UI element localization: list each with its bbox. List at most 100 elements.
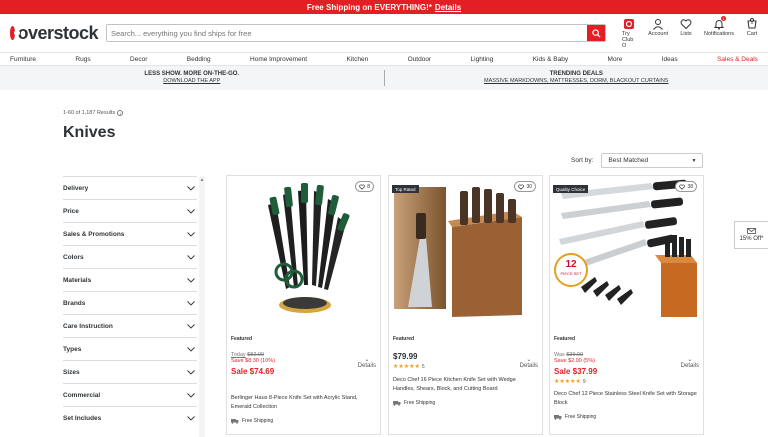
cart-button[interactable]: 0 Cart: [746, 17, 758, 49]
notification-badge: 1: [720, 15, 726, 21]
lists-button[interactable]: Lists: [680, 18, 692, 49]
search-icon: [591, 28, 601, 38]
chevron-down-icon: ⌄: [364, 357, 370, 363]
top-rated-badge: Top Rated: [392, 185, 419, 193]
club-o-label: Try Club O: [622, 30, 634, 49]
details-button[interactable]: ⌄ Details: [681, 356, 699, 369]
truck-icon: [393, 401, 401, 406]
account-icon: [653, 18, 663, 30]
nav-rugs[interactable]: Rugs: [75, 56, 90, 63]
shipping-text: Free Shipping: [242, 418, 274, 424]
heart-count: 8: [367, 183, 370, 190]
chevron-down-icon: [187, 254, 195, 260]
discount-text: 15% Off*: [739, 236, 764, 242]
product-card[interactable]: 8 Featured Today $82.99 Save $8.30 (10%)…: [226, 175, 381, 435]
stars-icon: ★★★★★: [554, 379, 581, 385]
filter-price[interactable]: Price: [63, 199, 197, 222]
search-button[interactable]: [587, 25, 605, 41]
logo[interactable]: overstock: [10, 23, 98, 44]
filter-sizes[interactable]: Sizes: [63, 360, 197, 383]
product-image[interactable]: 8: [228, 177, 379, 327]
filter-label: Types: [63, 345, 82, 353]
promo-details-link[interactable]: Details: [435, 3, 461, 12]
product-name[interactable]: Deco Chef 16 Piece Kitchen Knife Set wit…: [393, 376, 538, 394]
product-info: Featured Was $39.99 Save $2.00 (5%) Sale…: [554, 336, 699, 420]
header: overstock Try Club O Account Lists 1 Not…: [0, 14, 768, 52]
details-label: Details: [357, 363, 376, 369]
chevron-down-icon: [187, 300, 195, 306]
savings: Save $8.30 (10%): [231, 358, 276, 364]
product-card[interactable]: 12 PIECE SET Quality Choice 38 Featured …: [549, 175, 704, 435]
nav-ideas[interactable]: Ideas: [662, 56, 678, 63]
save-to-list-button[interactable]: 38: [675, 181, 697, 192]
shipping-info: Free Shipping: [554, 414, 699, 420]
chevron-down-icon: [187, 185, 195, 191]
search-input[interactable]: [107, 25, 587, 41]
nav-outdoor[interactable]: Outdoor: [408, 56, 432, 63]
product-info: Featured $79.99 ★★★★★ 5 Deco Chef 16 Piec…: [393, 336, 538, 406]
nav-kitchen[interactable]: Kitchen: [347, 56, 369, 63]
product-name[interactable]: Berlinger Haus 8-Piece Knife Set with Ac…: [231, 394, 376, 412]
category-nav: Furniture Rugs Decor Bedding Home Improv…: [0, 52, 768, 66]
filter-delivery[interactable]: Delivery: [63, 176, 197, 199]
trending-banner: TRENDING DEALS MASSIVE MARKDOWNS, MATTRE…: [385, 71, 768, 85]
logo-mark-icon: [10, 26, 21, 40]
details-button[interactable]: ⌄ Details: [520, 356, 538, 369]
discount-tab[interactable]: 15% Off*: [734, 221, 768, 249]
nav-bedding[interactable]: Bedding: [187, 56, 211, 63]
trending-title: TRENDING DEALS: [549, 71, 603, 77]
account-label: Account: [648, 30, 669, 37]
nav-lighting[interactable]: Lighting: [471, 56, 494, 63]
filter-set-includes[interactable]: Set Includes: [63, 406, 197, 429]
chevron-down-icon: [187, 346, 195, 352]
sort-label: Sort by:: [571, 157, 594, 164]
heart-icon: [359, 184, 366, 190]
nav-kids-baby[interactable]: Kids & Baby: [533, 56, 568, 63]
badge-number: 12: [565, 259, 577, 270]
product-card[interactable]: Top Rated 30 Featured $79.99 ★★★★★ 5 Deco…: [388, 175, 543, 435]
nav-decor[interactable]: Decor: [130, 56, 147, 63]
filter-colors[interactable]: Colors: [63, 245, 197, 268]
nav-more[interactable]: More: [608, 56, 623, 63]
results-text: 1-60 of 1,187 Results: [63, 110, 116, 116]
filter-brands[interactable]: Brands: [63, 291, 197, 314]
details-button[interactable]: ⌄ Details: [358, 356, 376, 369]
truck-icon: [231, 419, 239, 424]
save-to-list-button[interactable]: 30: [514, 181, 536, 192]
chevron-down-icon: [187, 231, 195, 237]
cart-count: 0: [750, 19, 754, 25]
product-name[interactable]: Deco Chef 12 Piece Stainless Steel Knife…: [554, 390, 699, 408]
chevron-down-icon: [187, 415, 195, 421]
notifications-button[interactable]: 1 Notifications: [704, 15, 734, 49]
info-icon[interactable]: i: [117, 110, 124, 116]
filter-types[interactable]: Types: [63, 337, 197, 360]
badge-text: PIECE SET: [561, 271, 582, 276]
nav-furniture[interactable]: Furniture: [10, 56, 36, 63]
account-button[interactable]: Account: [648, 18, 668, 49]
promo-banner: LESS SHOW. MORE ON-THE-GO. DOWNLOAD THE …: [0, 66, 768, 90]
price: $79.99: [393, 352, 418, 361]
heart-count: 30: [526, 183, 532, 190]
download-app-link[interactable]: DOWNLOAD THE APP: [163, 78, 220, 84]
trending-links[interactable]: MASSIVE MARKDOWNS, MATTRESSES, DORM, BLA…: [484, 78, 668, 84]
filter-care-instruction[interactable]: Care Instruction: [63, 314, 197, 337]
heart-icon: [518, 184, 525, 190]
scroll-up-icon[interactable]: ▲: [199, 176, 205, 184]
club-o-button[interactable]: Try Club O: [622, 18, 636, 49]
sort-control: Sort by: Best Matched ▼: [571, 153, 704, 168]
sort-select[interactable]: Best Matched ▼: [601, 153, 704, 168]
filter-sales-promotions[interactable]: Sales & Promotions: [63, 222, 197, 245]
sidebar-scrollbar[interactable]: ▲: [199, 176, 205, 437]
nav-sales-deals[interactable]: Sales & Deals: [717, 56, 758, 63]
save-to-list-button[interactable]: 8: [355, 181, 374, 192]
nav-home-improvement[interactable]: Home Improvement: [250, 56, 307, 63]
featured-label: Featured: [554, 336, 576, 342]
product-image[interactable]: Top Rated 30: [390, 177, 541, 327]
search-bar: [106, 24, 606, 42]
product-image[interactable]: 12 PIECE SET Quality Choice 38: [551, 177, 702, 327]
filter-commercial[interactable]: Commercial: [63, 383, 197, 406]
filter-materials[interactable]: Materials: [63, 268, 197, 291]
featured-label: Featured: [393, 336, 415, 342]
filter-sidebar: Delivery Price Sales & Promotions Colors…: [63, 176, 197, 429]
knife-set-emerald-image: [268, 183, 350, 313]
